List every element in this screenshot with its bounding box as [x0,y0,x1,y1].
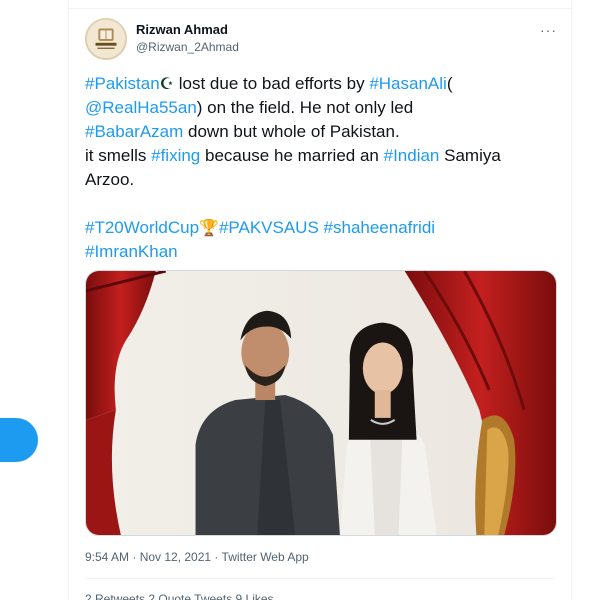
tweet-text-line: #ImranKhan [85,240,565,264]
tweet-text-line: #BabarAzam down but whole of Pakistan. [85,120,565,144]
hashtag-link[interactable]: #shaheenafridi [324,218,436,237]
tweet-text-segment: Arzoo. [85,170,135,189]
left-nav-area [0,0,68,600]
trophy-icon: 🏆 [199,218,219,237]
top-divider [69,8,571,9]
tweet-text-segment: because he married an [200,146,384,165]
tweet-text-line: #Pakistan☪ lost due to bad efforts by #H… [85,72,565,96]
tweet-timestamp[interactable]: 9:54 AM · Nov 12, 2021 · Twitter Web App [85,550,309,564]
right-gutter [572,0,600,600]
hashtag-link[interactable]: #Pakistan [85,74,160,93]
avatar[interactable] [85,18,127,60]
hashtag-link[interactable]: #PAKVSAUS [219,218,319,237]
author-name[interactable]: Rizwan Ahmad [136,22,228,37]
tweet-text-segment: ) on the field. He not only led [196,98,414,117]
tweet-text-segment: Samiya [439,146,501,165]
hashtag-link[interactable]: #T20WorldCup [85,218,199,237]
tweet-text-segment: down but whole of Pakistan. [183,122,400,141]
hashtag-link[interactable]: #fixing [151,146,200,165]
tweet-text-segment: ( [446,74,453,93]
tweet-stats[interactable]: 2 Retweets 2 Quote Tweets 9 Likes [85,592,274,600]
tweet-compose-button[interactable] [0,418,38,462]
stats-divider [85,578,555,579]
tweet-text-line: it smells #fixing because he married an … [85,144,565,168]
tweet-text: #Pakistan☪ lost due to bad efforts by #H… [85,72,565,264]
tweet-text-segment: it smells [85,146,152,165]
hashtag-link[interactable]: #HasanAli [369,74,447,93]
tweet-text-line: @RealHa55an) on the field. He not only l… [85,96,565,120]
hashtag-link[interactable]: #BabarAzam [85,122,183,141]
pakistan-flag-icon: ☪ [159,74,175,93]
more-options-icon[interactable]: ··· [540,22,557,38]
hashtag-link[interactable]: #Indian [384,146,440,165]
tweet-text-line: #T20WorldCup 🏆 #PAKVSAUS #shaheenafridi [85,216,565,240]
author-handle[interactable]: @Rizwan_2Ahmad [136,40,239,54]
line-break [85,192,565,216]
tweet-text-segment: lost due to bad efforts by [174,74,370,93]
tweet-image[interactable] [85,270,557,536]
mention-link[interactable]: @RealHa55an [85,98,197,117]
hashtag-link[interactable]: #ImranKhan [85,242,178,261]
tweet-text-line: Arzoo. [85,168,565,192]
tweet-detail: Rizwan Ahmad @Rizwan_2Ahmad ··· #Pakista… [68,0,572,600]
